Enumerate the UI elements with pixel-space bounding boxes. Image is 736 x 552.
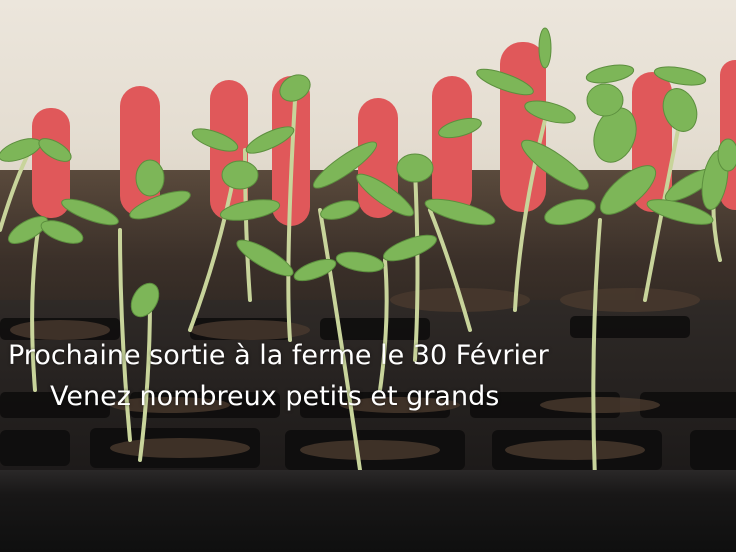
photo-scene: Prochaine sortie à la ferme le 30 Févrie…: [0, 0, 736, 552]
caption-line-1: Prochaine sortie à la ferme le 30 Févrie…: [8, 340, 549, 371]
tray-front-edge: [0, 470, 736, 552]
caption-line-2: Venez nombreux petits et grands: [50, 381, 500, 412]
